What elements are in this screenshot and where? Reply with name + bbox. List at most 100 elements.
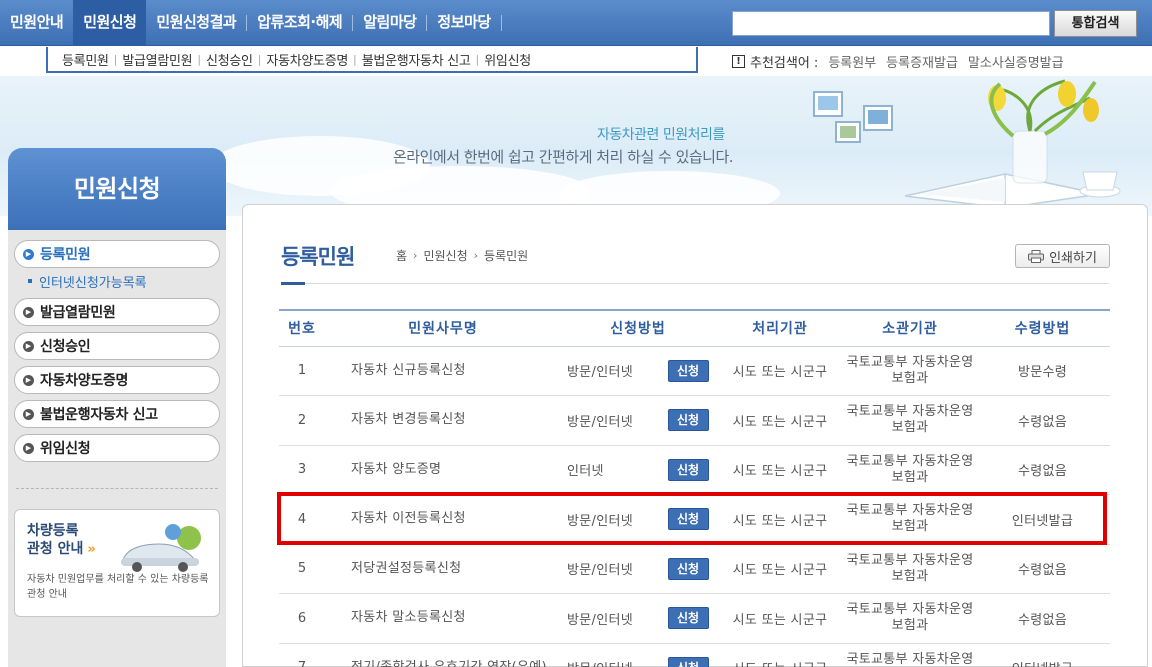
apply-button[interactable]: 신청 bbox=[667, 359, 709, 382]
top-navigation: 민원안내 민원신청 민원신청결과 압류조회·해제 알림마당 정보마당 통합검색 bbox=[0, 0, 1152, 46]
row-method: 방문/인터넷 bbox=[567, 513, 633, 529]
title-rule bbox=[305, 283, 1109, 284]
row-method: 방문/인터넷 bbox=[567, 365, 633, 381]
table-row: 2 자동차 변경등록신청 방문/인터넷 신청 시도 또는 시군구 국토교통부 자… bbox=[279, 396, 1110, 445]
row-receive: 방문수령 bbox=[1017, 365, 1068, 381]
sidebar-item-issue[interactable]: ▶ 발급열람민원 bbox=[14, 298, 220, 326]
recommended-keywords: ! 추천검색어 : 등록원부 등록증재발급 말소사실증명발급 bbox=[732, 52, 1064, 71]
subnav-item-registration[interactable]: 등록민원 bbox=[62, 50, 109, 69]
row-number: 4 bbox=[297, 511, 307, 527]
circle-arrow-icon: ▶ bbox=[23, 248, 34, 260]
menu-item-notice[interactable]: 알림마당 bbox=[353, 0, 426, 46]
row-receive: 수령없음 bbox=[1017, 612, 1068, 628]
circle-arrow-icon: ▶ bbox=[23, 408, 34, 420]
registration-office-card[interactable]: 차량등록 관청 안내» 자동차 민원업무를 처리할 수 있는 차량등록관청 안내 bbox=[14, 509, 220, 617]
search-button[interactable]: 통합검색 bbox=[1054, 10, 1137, 37]
row-name: 자동차 말소등록신청 bbox=[351, 610, 466, 626]
table-row: 6 자동차 말소등록신청 방문/인터넷 신청 시도 또는 시군구 국토교통부 자… bbox=[279, 594, 1110, 643]
chevron-right-icon: › bbox=[473, 249, 479, 262]
menu-divider bbox=[500, 15, 502, 31]
circle-arrow-icon: ▶ bbox=[23, 340, 34, 352]
row-receive: 인터넷발급 bbox=[975, 643, 1110, 667]
apply-button[interactable]: 신청 bbox=[667, 458, 709, 481]
bullet-icon bbox=[28, 279, 32, 283]
header-name: 민원사무명 bbox=[408, 321, 478, 338]
row-agency: 시도 또는 시군구 bbox=[732, 464, 828, 480]
sidebar-item-approval[interactable]: ▶ 신청승인 bbox=[14, 332, 220, 360]
apply-button[interactable]: 신청 bbox=[667, 409, 709, 432]
sidebar-item-report[interactable]: ▶ 불법운행자동차 신고 bbox=[14, 400, 220, 428]
row-agency: 시도 또는 시군구 bbox=[732, 365, 828, 381]
row-receive: 수령없음 bbox=[1017, 464, 1068, 480]
sidebar-subitem-internet-list[interactable]: 인터넷신청가능목록 bbox=[28, 270, 226, 292]
row-number: 6 bbox=[297, 610, 307, 626]
sidebar-item-label: 발급열람민원 bbox=[40, 305, 116, 321]
sidebar-item-delegate[interactable]: ▶ 위임신청 bbox=[14, 434, 220, 462]
row-agency: 시도 또는 시군구 bbox=[732, 563, 828, 579]
recommend-keyword[interactable]: 등록증재발급 bbox=[886, 52, 958, 71]
row-receive: 수령없음 bbox=[1017, 414, 1068, 430]
apply-button[interactable]: 신청 bbox=[667, 557, 709, 580]
subnav-item-issue[interactable]: 발급열람민원 bbox=[122, 50, 192, 69]
book-flower-illustration bbox=[904, 79, 1121, 209]
row-number: 1 bbox=[297, 363, 307, 379]
sub-navigation: 등록민원 | 발급열람민원 | 신청승인 | 자동차양도증명 | 불법운행자동차… bbox=[46, 47, 698, 73]
subnav-item-report[interactable]: 불법운행자동차 신고 bbox=[362, 50, 471, 69]
sidebar-divider bbox=[16, 488, 218, 489]
circle-arrow-icon: ▶ bbox=[23, 374, 34, 386]
print-label: 인쇄하기 bbox=[1049, 250, 1097, 266]
apply-button[interactable]: 신청 bbox=[667, 656, 709, 667]
table-row: 5 저당권설정등록신청 방문/인터넷 신청 시도 또는 시군구 국토교통부 자동… bbox=[279, 544, 1110, 594]
sidebar-item-label: 자동차양도증명 bbox=[40, 373, 129, 389]
row-name: 자동차 변경등록신청 bbox=[351, 412, 466, 428]
circle-arrow-icon: ▶ bbox=[23, 306, 34, 318]
recommend-keyword[interactable]: 말소사실증명발급 bbox=[968, 52, 1064, 71]
sidebar-item-transfer[interactable]: ▶ 자동차양도증명 bbox=[14, 366, 220, 394]
row-method: 방문/인터넷 bbox=[567, 563, 633, 579]
apply-button[interactable]: 신청 bbox=[667, 607, 709, 630]
row-name: 자동차 이전등록신청 bbox=[351, 511, 466, 527]
frames-illustration bbox=[813, 91, 893, 143]
menu-item-info[interactable]: 정보마당 bbox=[427, 0, 500, 46]
subnav-item-delegate[interactable]: 위임신청 bbox=[484, 50, 531, 69]
search-input[interactable] bbox=[732, 11, 1050, 36]
row-receive: 수령없음 bbox=[1017, 563, 1068, 579]
chevron-right-icon: › bbox=[413, 249, 418, 262]
row-number: 7 bbox=[279, 643, 325, 667]
header-authority: 소관기관 bbox=[882, 321, 938, 338]
row-agency: 시도 또는 시군구 bbox=[732, 414, 828, 430]
printer-icon bbox=[1028, 249, 1045, 263]
recommend-keyword[interactable]: 등록원부 bbox=[828, 52, 876, 71]
breadcrumb-apply[interactable]: 민원신청 bbox=[423, 247, 467, 264]
sidebar-item-registration[interactable]: ▶ 등록민원 bbox=[14, 240, 220, 268]
menu-item-result[interactable]: 민원신청결과 bbox=[146, 0, 246, 46]
title-underline bbox=[281, 282, 305, 285]
subnav-item-approval[interactable]: 신청승인 bbox=[206, 50, 253, 69]
row-authority: 국토교통부 자동차운영보험과 bbox=[846, 354, 974, 386]
table-row: 7 정기/종합검사 유효기간 연장(유예) 방문/인터넷 신청 시도 또는 시군… bbox=[279, 643, 1110, 667]
subnav-item-transfer[interactable]: 자동차양도증명 bbox=[266, 50, 348, 69]
row-method: 방문/인터넷 bbox=[561, 643, 661, 667]
row-name: 자동차 양도증명 bbox=[351, 461, 442, 477]
row-authority: 국토교통부 자동차운영보험과 bbox=[846, 503, 974, 535]
table-header-row: 번호 민원사무명 신청방법 처리기관 소관기관 수령방법 bbox=[279, 310, 1110, 346]
menu-item-apply[interactable]: 민원신청 bbox=[73, 0, 147, 46]
apply-button[interactable]: 신청 bbox=[667, 508, 709, 531]
card-description: 자동차 민원업무를 처리할 수 있는 차량등록관청 안내 bbox=[27, 574, 209, 600]
header-receive: 수령방법 bbox=[1014, 321, 1071, 338]
subnav-divider: | bbox=[113, 52, 118, 66]
subnav-divider: | bbox=[353, 52, 357, 66]
sidebar-title: 민원신청 bbox=[8, 148, 226, 230]
row-method: 방문/인터넷 bbox=[567, 414, 633, 430]
row-name: 저당권설정등록신청 bbox=[351, 560, 462, 576]
print-button[interactable]: 인쇄하기 bbox=[1015, 244, 1110, 268]
header-method: 신청방법 bbox=[610, 321, 666, 338]
menu-item-seizure[interactable]: 압류조회·해제 bbox=[247, 0, 352, 46]
table-row-highlighted: 4 자동차 이전등록신청 방문/인터넷 신청 시도 또는 시군구 국토교통부 자… bbox=[279, 495, 1110, 544]
exclamation-icon: ! bbox=[732, 55, 745, 68]
circle-arrow-icon: ▶ bbox=[23, 442, 34, 454]
breadcrumb-home[interactable]: 홈 bbox=[396, 247, 407, 264]
menu-item-guide[interactable]: 민원안내 bbox=[0, 0, 73, 46]
recommend-label: 추천검색어 : bbox=[750, 56, 819, 71]
header-agency: 처리기관 bbox=[752, 321, 808, 338]
